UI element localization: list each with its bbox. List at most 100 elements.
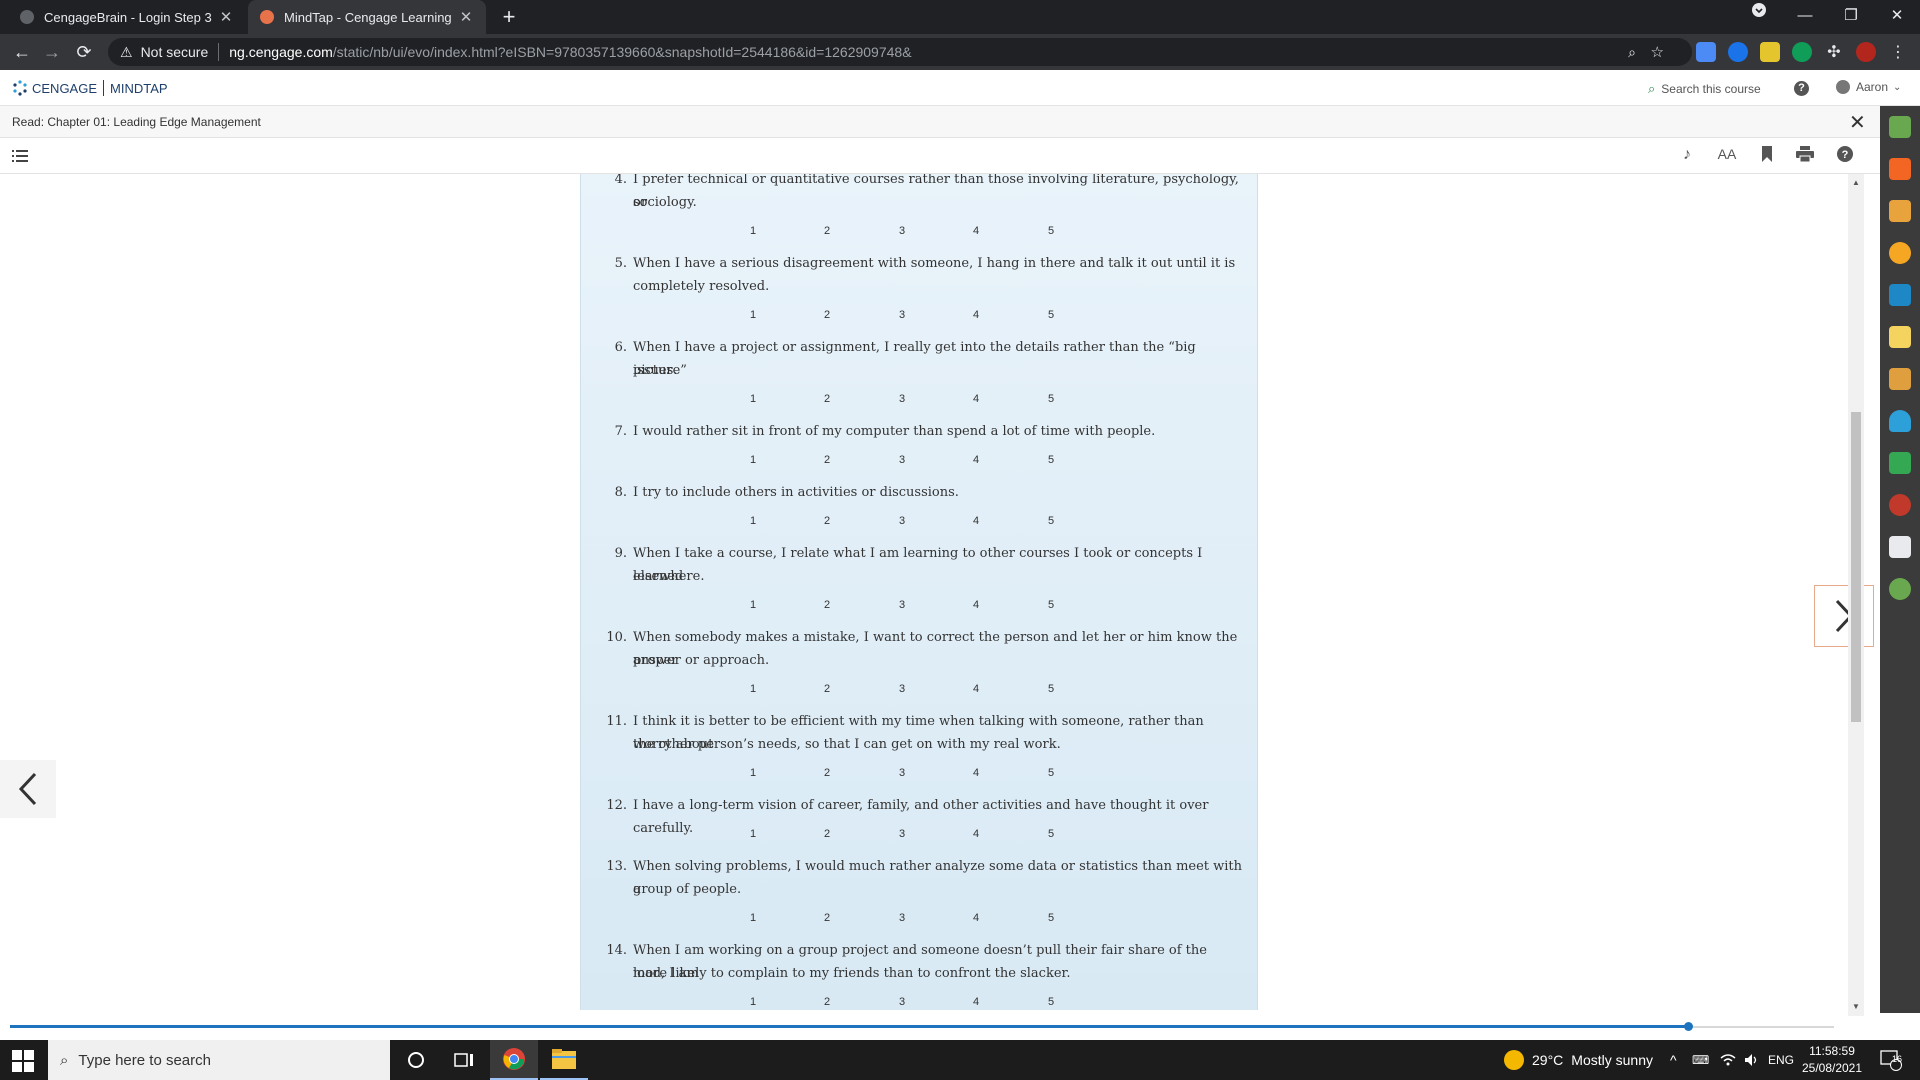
font-size-icon[interactable]: AA <box>1716 146 1738 162</box>
bookmark-star-icon[interactable]: ☆ <box>1651 43 1664 61</box>
book-app-icon[interactable] <box>1889 284 1911 306</box>
reading-progress-bar[interactable] <box>0 1016 1880 1032</box>
rating-option[interactable]: 3 <box>892 767 912 779</box>
table-of-contents-icon[interactable] <box>12 149 28 163</box>
pencil-app-icon[interactable] <box>1889 116 1911 138</box>
documents-app-icon[interactable] <box>1889 536 1911 558</box>
rating-option[interactable]: 4 <box>966 912 986 924</box>
scroll-down-icon[interactable]: ▼ <box>1848 1002 1864 1011</box>
rating-option[interactable]: 4 <box>966 767 986 779</box>
cengage-logo[interactable]: CENGAGE MINDTAP <box>12 80 168 96</box>
reading-content[interactable]: 4. I prefer technical or quantitative cou… <box>0 174 1848 1016</box>
dictionary-app-icon[interactable] <box>1889 200 1911 222</box>
extension-bookmark-icon[interactable] <box>1696 42 1716 62</box>
rating-option[interactable]: 5 <box>1041 828 1061 840</box>
help-icon[interactable]: ? <box>1834 146 1856 167</box>
close-reader-button[interactable]: ✕ <box>1849 110 1866 135</box>
rating-option[interactable]: 4 <box>966 996 986 1008</box>
rating-option[interactable]: 1 <box>743 767 763 779</box>
rss-app-icon[interactable] <box>1889 158 1911 180</box>
address-bar[interactable]: ⚠ Not secure ng.cengage.com /static/nb/u… <box>108 38 1692 66</box>
rating-option[interactable]: 3 <box>892 309 912 321</box>
file-explorer-icon[interactable] <box>540 1040 588 1080</box>
rating-option[interactable]: 2 <box>817 996 837 1008</box>
rating-option[interactable]: 4 <box>966 454 986 466</box>
rating-option[interactable]: 5 <box>1041 683 1061 695</box>
rating-option[interactable]: 3 <box>892 393 912 405</box>
rating-option[interactable]: 2 <box>817 309 837 321</box>
zoom-icon[interactable]: ⌕ <box>1628 44 1636 61</box>
cortana-icon[interactable] <box>392 1040 440 1080</box>
rating-option[interactable]: 2 <box>817 393 837 405</box>
content-scrollbar[interactable]: ▲ ▼ <box>1848 174 1864 1016</box>
close-tab-icon[interactable]: ✕ <box>218 8 234 26</box>
profile-avatar[interactable] <box>1856 42 1876 62</box>
taskbar-search[interactable]: ⌕ Type here to search <box>48 1040 390 1080</box>
wifi-icon[interactable] <box>1720 1040 1736 1080</box>
action-center-icon[interactable]: 16 <box>1880 1040 1902 1080</box>
quiz-app-icon[interactable] <box>1889 242 1911 264</box>
scrollbar-thumb[interactable] <box>1851 412 1861 722</box>
rating-option[interactable]: 2 <box>817 454 837 466</box>
rating-option[interactable]: 1 <box>743 828 763 840</box>
rating-option[interactable]: 5 <box>1041 225 1061 237</box>
course-search[interactable]: ⌕ Search this course <box>1648 81 1761 97</box>
print-icon[interactable] <box>1794 146 1816 167</box>
task-view-icon[interactable] <box>440 1040 488 1080</box>
extension-circle-icon[interactable] <box>1792 42 1812 62</box>
rating-option[interactable]: 1 <box>743 515 763 527</box>
progress-handle[interactable] <box>1684 1022 1693 1031</box>
close-tab-icon[interactable]: ✕ <box>458 8 474 26</box>
rating-option[interactable]: 4 <box>966 309 986 321</box>
browser-tab-mindtap[interactable]: MindTap - Cengage Learning ✕ <box>248 0 486 34</box>
rating-option[interactable]: 4 <box>966 515 986 527</box>
adobe-app-icon[interactable] <box>1889 494 1911 516</box>
weather-widget[interactable]: 29°C Mostly sunny <box>1504 1040 1653 1080</box>
user-menu[interactable]: Aaron ⌄ <box>1836 80 1901 94</box>
volume-icon[interactable] <box>1744 1040 1760 1080</box>
progress-app-icon[interactable] <box>1889 578 1911 600</box>
rating-option[interactable]: 4 <box>966 393 986 405</box>
rating-option[interactable]: 4 <box>966 828 986 840</box>
notes-app-icon[interactable] <box>1889 326 1911 348</box>
rating-option[interactable]: 4 <box>966 599 986 611</box>
chrome-taskbar-icon[interactable] <box>490 1040 538 1080</box>
taskbar-clock[interactable]: 11:58:59 25/08/2021 <box>1792 1043 1872 1077</box>
restore-button[interactable]: ❐ <box>1828 0 1874 34</box>
minimize-button[interactable]: — <box>1782 0 1828 34</box>
forward-icon[interactable]: → <box>40 40 64 64</box>
rating-option[interactable]: 2 <box>817 828 837 840</box>
rating-option[interactable]: 1 <box>743 393 763 405</box>
rating-option[interactable]: 2 <box>817 912 837 924</box>
browser-menu-icon[interactable]: ⋮ <box>1888 42 1908 62</box>
help-icon[interactable]: ? <box>1794 81 1809 96</box>
rating-option[interactable]: 4 <box>966 683 986 695</box>
rating-option[interactable]: 5 <box>1041 309 1061 321</box>
rating-option[interactable]: 3 <box>892 996 912 1008</box>
scroll-up-icon[interactable]: ▲ <box>1848 178 1864 187</box>
rating-option[interactable]: 5 <box>1041 767 1061 779</box>
rating-option[interactable]: 5 <box>1041 515 1061 527</box>
rating-option[interactable]: 3 <box>892 515 912 527</box>
readspeaker-app-icon[interactable] <box>1889 368 1911 390</box>
rating-option[interactable]: 2 <box>817 599 837 611</box>
previous-page-button[interactable] <box>0 760 56 818</box>
rating-option[interactable]: 1 <box>743 996 763 1008</box>
rating-option[interactable]: 3 <box>892 683 912 695</box>
reload-icon[interactable]: ⟳ <box>72 40 96 64</box>
rating-option[interactable]: 5 <box>1041 996 1061 1008</box>
rating-option[interactable]: 2 <box>817 515 837 527</box>
next-page-button[interactable] <box>1814 585 1874 647</box>
rating-option[interactable]: 1 <box>743 454 763 466</box>
profile-menu-icon[interactable] <box>1736 0 1782 32</box>
back-icon[interactable]: ← <box>10 40 34 64</box>
rating-option[interactable]: 3 <box>892 828 912 840</box>
google-drive-app-icon[interactable] <box>1889 452 1911 474</box>
browser-tab-cengagebrain[interactable]: CengageBrain - Login Step 3 ✕ <box>8 0 246 34</box>
onedrive-app-icon[interactable] <box>1889 410 1911 432</box>
rating-option[interactable]: 5 <box>1041 599 1061 611</box>
rating-option[interactable]: 5 <box>1041 912 1061 924</box>
rating-option[interactable]: 2 <box>817 225 837 237</box>
rating-option[interactable]: 1 <box>743 912 763 924</box>
new-tab-button[interactable]: + <box>496 4 522 30</box>
